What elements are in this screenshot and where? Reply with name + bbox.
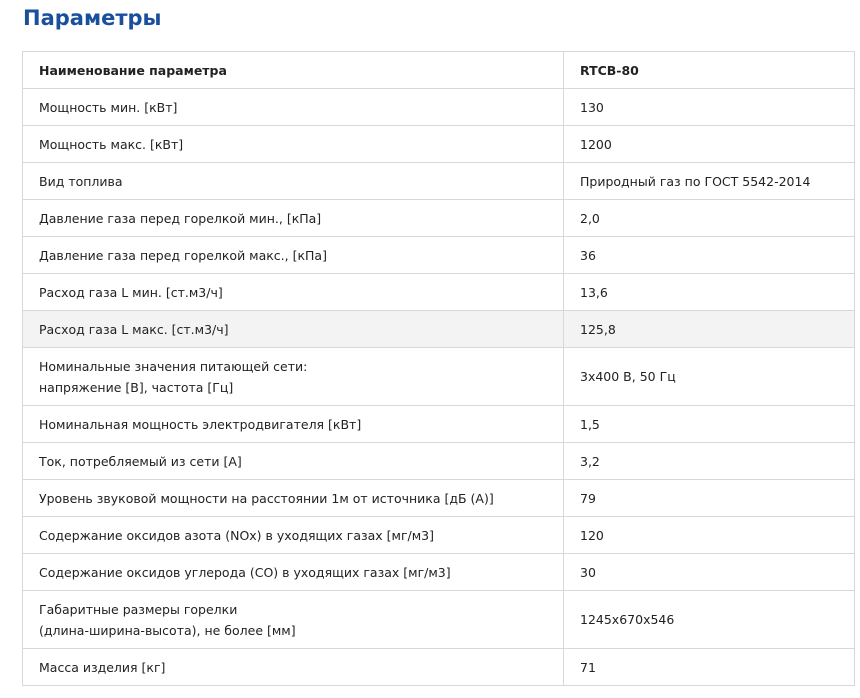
param-name: Ток, потребляемый из сети [А]	[22, 442, 564, 480]
param-name: Расход газа L макс. [ст.м3/ч]	[22, 310, 564, 348]
param-value: 125,8	[563, 310, 855, 348]
param-name: Содержание оксидов азота (NOx) в уходящи…	[22, 516, 564, 554]
param-name: Расход газа L мин. [ст.м3/ч]	[22, 273, 564, 311]
table-row: Расход газа L мин. [ст.м3/ч] 13,6	[22, 273, 855, 311]
table-row: Давление газа перед горелкой макс., [кПа…	[22, 236, 855, 274]
param-name-line1: Габаритные размеры горелки	[39, 601, 238, 617]
param-name: Габаритные размеры горелки (длина-ширина…	[22, 590, 564, 649]
param-name-line2: (длина-ширина-высота), не более [мм]	[39, 622, 296, 638]
param-name: Содержание оксидов углерода (CO) в уходя…	[22, 553, 564, 591]
param-value: Природный газ по ГОСТ 5542-2014	[563, 162, 855, 200]
header-name-cell: Наименование параметра	[22, 51, 564, 89]
param-name: Номинальная мощность электродвигателя [к…	[22, 405, 564, 443]
table-row: Уровень звуковой мощности на расстоянии …	[22, 479, 855, 517]
table-header-row: Наименование параметра RTCB-80	[22, 51, 855, 89]
table-row: Вид топлива Природный газ по ГОСТ 5542-2…	[22, 162, 855, 200]
table-row: Масса изделия [кг] 71	[22, 648, 855, 686]
param-value: 71	[563, 648, 855, 686]
param-value: 3,2	[563, 442, 855, 480]
table-row: Содержание оксидов углерода (CO) в уходя…	[22, 553, 855, 591]
param-value: 30	[563, 553, 855, 591]
param-name: Давление газа перед горелкой мин., [кПа]	[22, 199, 564, 237]
param-name: Мощность мин. [кВт]	[22, 88, 564, 126]
param-name: Номинальные значения питающей сети: напр…	[22, 347, 564, 406]
table-row: Содержание оксидов азота (NOx) в уходящи…	[22, 516, 855, 554]
param-value: 1,5	[563, 405, 855, 443]
param-value: 130	[563, 88, 855, 126]
param-value: 1200	[563, 125, 855, 163]
param-value: 3x400 В, 50 Гц	[563, 347, 855, 406]
table-row: Габаритные размеры горелки (длина-ширина…	[22, 590, 855, 649]
param-value: 120	[563, 516, 855, 554]
param-name: Уровень звуковой мощности на расстоянии …	[22, 479, 564, 517]
param-name: Масса изделия [кг]	[22, 648, 564, 686]
header-model-cell: RTCB-80	[563, 51, 855, 89]
table-row-highlighted: Расход газа L макс. [ст.м3/ч] 125,8	[22, 310, 855, 348]
table-row: Ток, потребляемый из сети [А] 3,2	[22, 442, 855, 480]
table-row: Мощность мин. [кВт] 130	[22, 88, 855, 126]
param-name: Вид топлива	[22, 162, 564, 200]
page-title: Параметры	[23, 6, 162, 30]
table-row: Давление газа перед горелкой мин., [кПа]…	[22, 199, 855, 237]
param-value: 79	[563, 479, 855, 517]
table-row: Номинальные значения питающей сети: напр…	[22, 347, 855, 406]
table-row: Номинальная мощность электродвигателя [к…	[22, 405, 855, 443]
param-value: 1245x670x546	[563, 590, 855, 649]
param-name: Мощность макс. [кВт]	[22, 125, 564, 163]
param-value: 36	[563, 236, 855, 274]
param-name-line2: напряжение [В], частота [Гц]	[39, 379, 234, 395]
parameters-table: Наименование параметра RTCB-80 Мощность …	[22, 51, 855, 686]
param-name: Давление газа перед горелкой макс., [кПа…	[22, 236, 564, 274]
table-row: Мощность макс. [кВт] 1200	[22, 125, 855, 163]
param-value: 13,6	[563, 273, 855, 311]
param-value: 2,0	[563, 199, 855, 237]
param-name-line1: Номинальные значения питающей сети:	[39, 358, 308, 374]
